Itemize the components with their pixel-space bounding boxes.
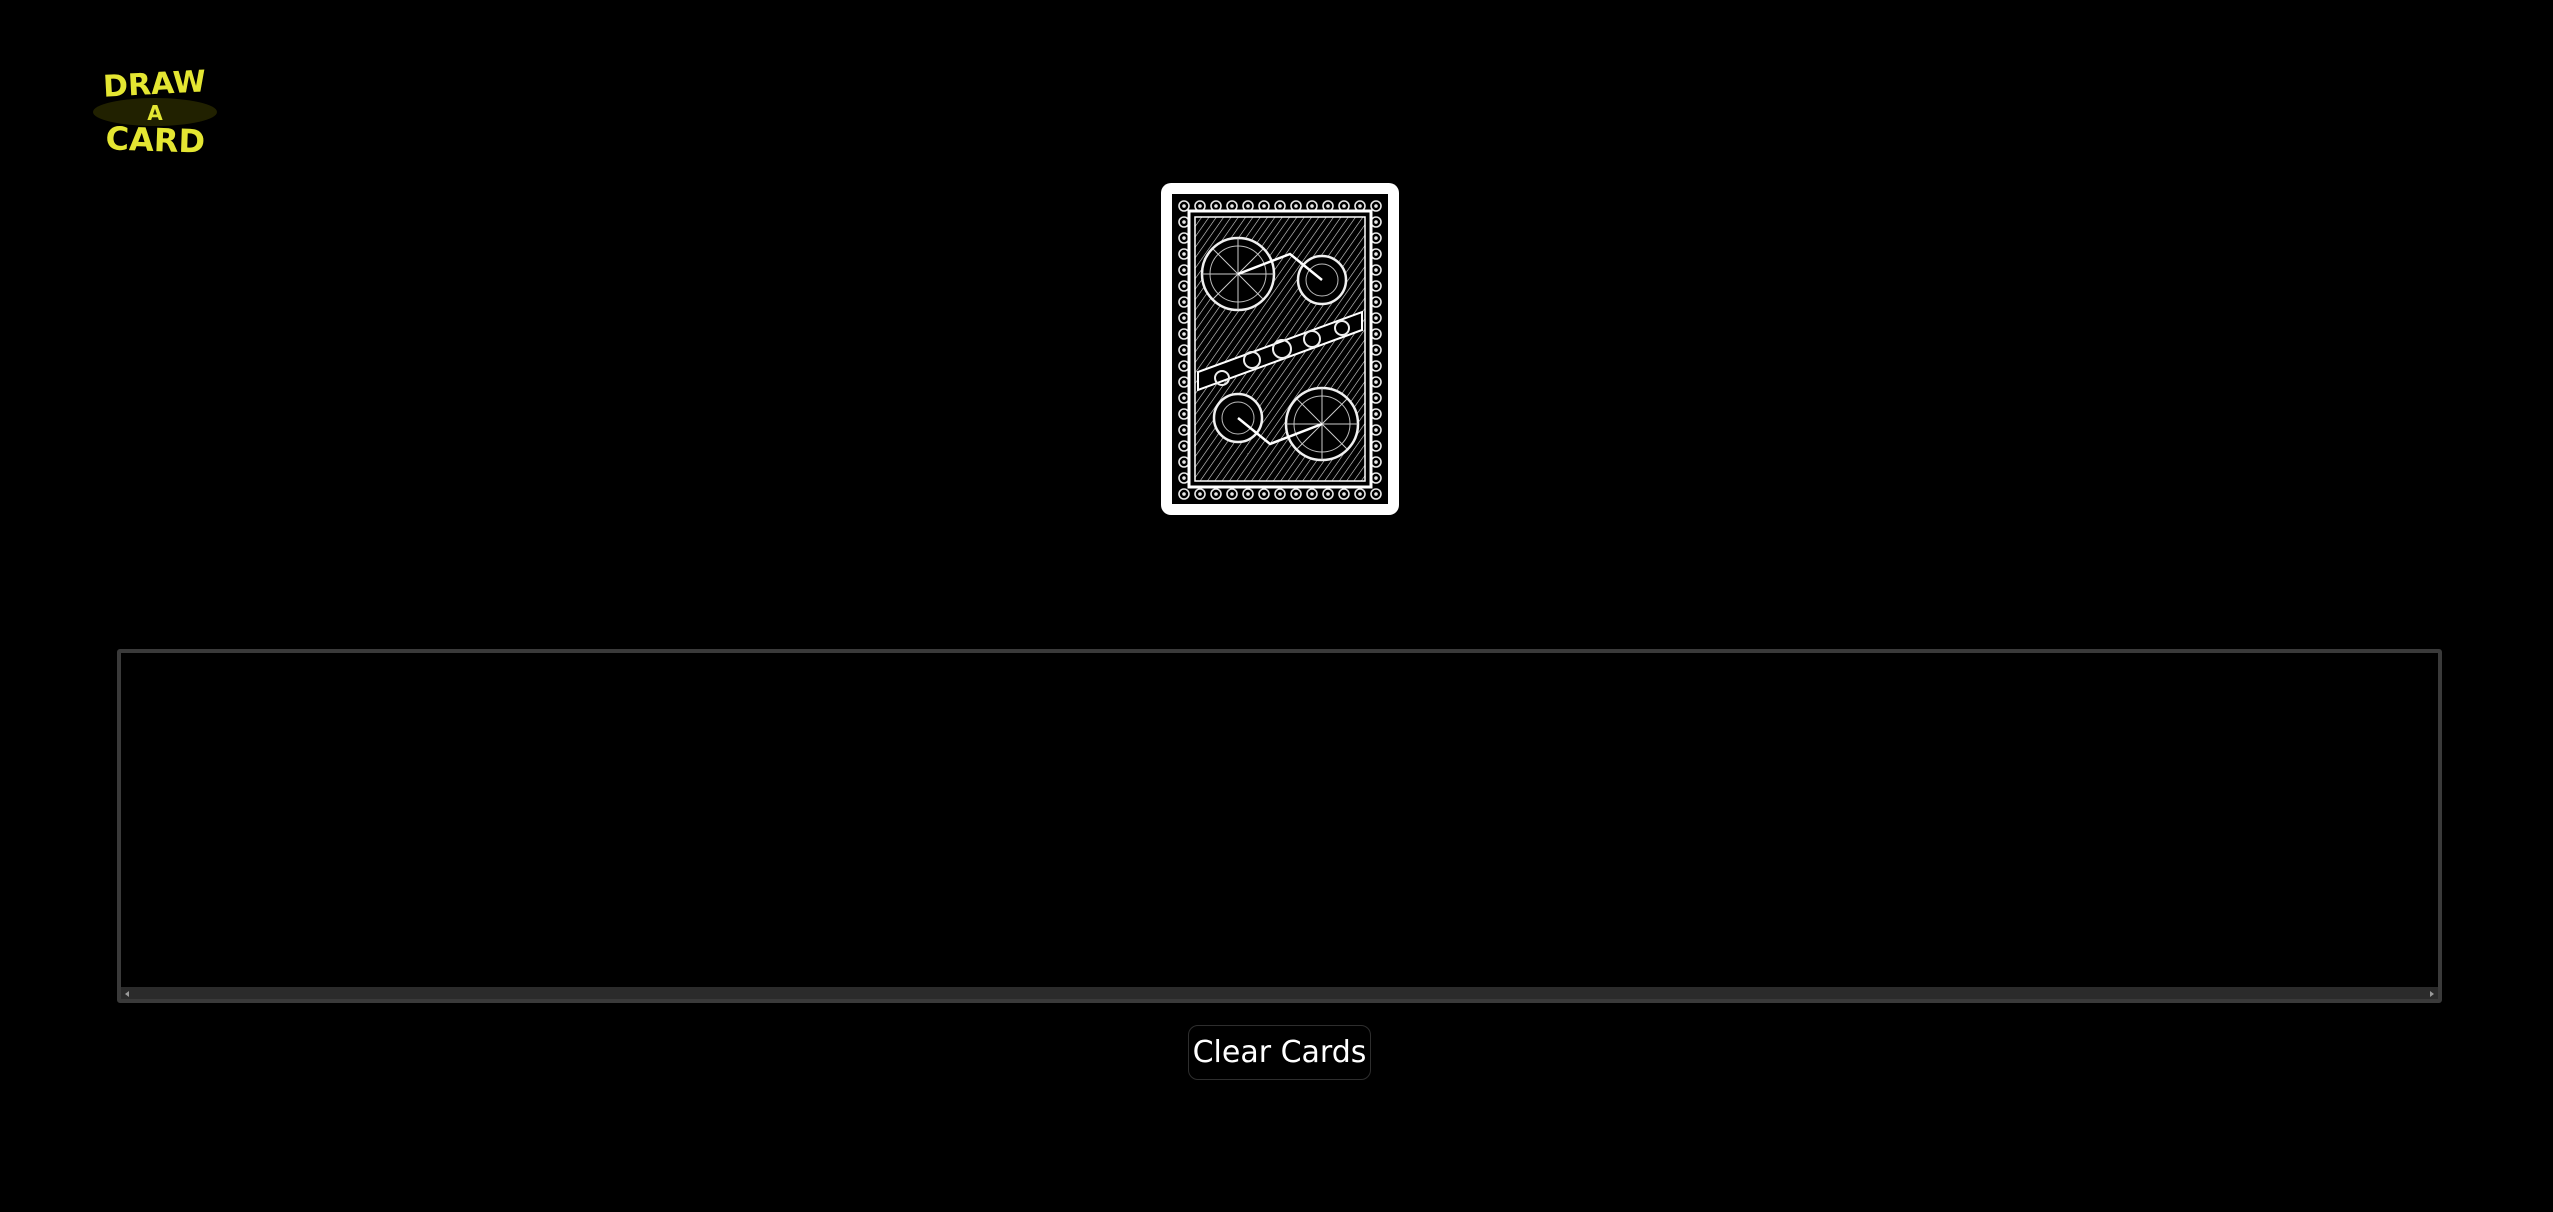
clear-cards-button[interactable]: Clear Cards	[1188, 1025, 1371, 1080]
scroll-right-arrow-icon[interactable]	[2430, 991, 2434, 997]
card-back-icon	[1161, 183, 1399, 515]
scroll-left-arrow-icon[interactable]	[125, 991, 129, 997]
horizontal-scrollbar[interactable]	[121, 987, 2438, 999]
logo-word-draw: DRAW	[102, 66, 207, 105]
logo-word-card: CARD	[105, 119, 206, 158]
page: DRAW A CARD Clear Cards	[0, 0, 2553, 1212]
logo-graphic: DRAW A CARD	[93, 66, 217, 158]
drawn-cards-area[interactable]	[117, 649, 2442, 1003]
deck-card-back[interactable]	[1160, 182, 1400, 516]
draw-a-card-logo: DRAW A CARD	[80, 66, 230, 158]
